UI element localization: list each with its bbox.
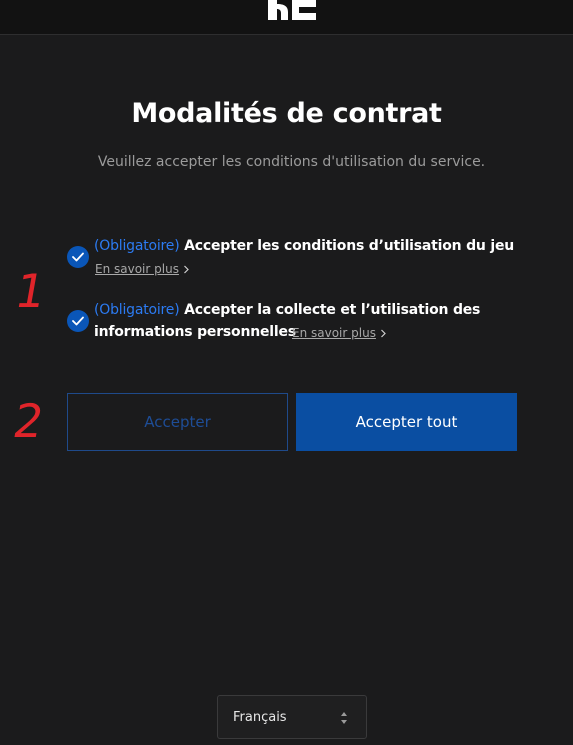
learn-more-label: En savoir plus <box>95 262 179 276</box>
annotation-number-1: 1 <box>11 264 51 318</box>
language-select[interactable]: Français <box>217 695 367 739</box>
top-bar <box>0 0 573 35</box>
terms-checkbox-2[interactable] <box>67 310 89 332</box>
annotation-number-2: 2 <box>9 394 49 448</box>
check-icon <box>72 316 84 326</box>
learn-more-label: En savoir plus <box>292 326 376 340</box>
terms-label-2-line2[interactable]: informations personnelles <box>94 324 296 340</box>
learn-more-link-2[interactable]: En savoir plus <box>292 326 387 340</box>
terms-text-line2: informations personnelles <box>94 324 296 340</box>
terms-checkbox-1[interactable] <box>67 246 89 268</box>
accept-all-button[interactable]: Accepter tout <box>296 393 517 451</box>
terms-label-2[interactable]: (Obligatoire) Accepter la collecte et l’… <box>94 302 480 318</box>
up-down-arrows-icon <box>341 712 347 724</box>
accept-button[interactable]: Accepter <box>67 393 288 451</box>
nc-logo-icon <box>268 0 316 20</box>
learn-more-link-1[interactable]: En savoir plus <box>95 262 190 276</box>
page-subtitle: Veuillez accepter les conditions d'utili… <box>97 154 486 170</box>
terms-page: Modalités de contrat Veuillez accepter l… <box>0 0 573 745</box>
check-icon <box>72 252 84 262</box>
terms-text-line1: Accepter la collecte et l’utilisation de… <box>184 302 481 318</box>
terms-text: Accepter les conditions d’utilisation du… <box>184 238 515 254</box>
language-select-value: Français <box>233 709 287 725</box>
chevron-right-icon <box>184 265 189 273</box>
required-tag: (Obligatoire) <box>94 238 180 254</box>
chevron-right-icon <box>381 329 386 337</box>
page-title: Modalités de contrat <box>131 98 442 129</box>
required-tag: (Obligatoire) <box>94 302 180 318</box>
terms-label-1[interactable]: (Obligatoire) Accepter les conditions d’… <box>94 238 514 254</box>
